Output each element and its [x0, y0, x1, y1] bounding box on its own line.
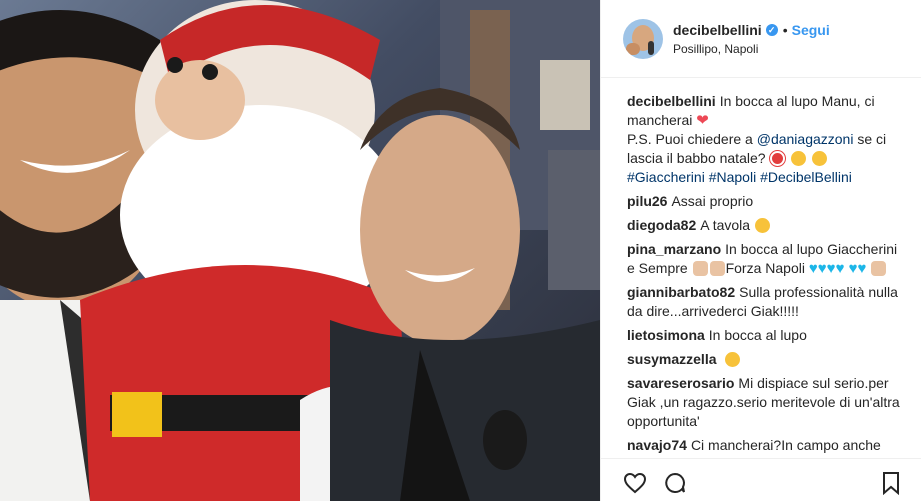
muscle-emoji-icon — [709, 261, 725, 276]
comment-item: navajo74 Ci mancherai?In campo anche — [627, 436, 905, 455]
caption: decibelbellini In bocca al lupo Manu, ci … — [627, 92, 905, 187]
santa-emoji-icon — [770, 151, 786, 166]
wink-kiss-emoji-icon — [812, 151, 828, 166]
heart-outline-icon[interactable] — [623, 471, 647, 495]
laughing-emoji-icon — [725, 352, 741, 367]
post-photo[interactable] — [0, 0, 600, 501]
comment-username[interactable]: lietosimona — [627, 327, 705, 343]
photo-illustration — [0, 0, 600, 501]
comments-list[interactable]: decibelbellini In bocca al lupo Manu, ci … — [601, 78, 921, 458]
comment-username[interactable]: susymazzella — [627, 351, 717, 367]
comment-username[interactable]: savareserosario — [627, 375, 734, 391]
location-link[interactable]: Posillipo, Napoli — [673, 42, 830, 56]
bookmark-icon[interactable] — [879, 471, 903, 495]
comment-item: pilu26 Assai proprio — [627, 192, 905, 211]
verified-badge-icon: ✓ — [765, 23, 778, 36]
mention-link[interactable]: @daniagazzoni — [757, 131, 854, 147]
caption-line2a: P.S. Puoi chiedere a — [627, 131, 753, 147]
action-bar — [601, 458, 921, 501]
comment-text: A tavola — [700, 217, 751, 233]
comment-text: In bocca al lupo — [708, 327, 807, 343]
comment-username[interactable]: pina_marzano — [627, 241, 721, 257]
comment-item: susymazzella — [627, 350, 905, 369]
follow-button[interactable]: Segui — [792, 22, 830, 38]
header-text: decibelbellini ✓ • Segui Posillipo, Napo… — [673, 22, 830, 56]
hashtags[interactable]: #Giaccherini #Napoli #DecibelBellini — [627, 169, 852, 185]
comment-item: pina_marzano In bocca al lupo Giaccherini… — [627, 240, 905, 278]
caption-username[interactable]: decibelbellini — [627, 93, 716, 109]
header-username[interactable]: decibelbellini — [673, 22, 762, 38]
muscle-emoji-icon — [871, 261, 887, 276]
header-separator: • — [782, 21, 788, 38]
comment-username[interactable]: navajo74 — [627, 437, 687, 453]
comment-username[interactable]: pilu26 — [627, 193, 667, 209]
comment-text: Assai proprio — [671, 193, 754, 209]
comment-text-2: Forza Napoli — [725, 260, 805, 276]
comment-text: Ci mancherai?In campo anche — [690, 437, 881, 453]
muscle-emoji-icon — [692, 261, 708, 276]
comment-username[interactable]: diegoda82 — [627, 217, 696, 233]
comment-item: giannibarbato82 Sulla professionalità nul… — [627, 283, 905, 321]
avatar[interactable] — [623, 18, 663, 59]
comment-item: lietosimona In bocca al lupo — [627, 326, 905, 345]
grimace-emoji-icon — [791, 151, 807, 166]
yum-emoji-icon — [754, 218, 770, 233]
blue-hearts-icon: ♥♥♥♥ ♥♥ — [808, 260, 867, 277]
comment-item: savareserosario Mi dispiace sul serio.per… — [627, 374, 905, 431]
post-header: decibelbellini ✓ • Segui Posillipo, Napo… — [601, 0, 921, 78]
comment-username[interactable]: giannibarbato82 — [627, 284, 735, 300]
red-heart-icon: ❤ — [696, 112, 709, 129]
comment-bubble-icon[interactable] — [663, 471, 687, 495]
post-side-panel: decibelbellini ✓ • Segui Posillipo, Napo… — [600, 0, 921, 501]
comment-item: diegoda82 A tavola — [627, 216, 905, 235]
